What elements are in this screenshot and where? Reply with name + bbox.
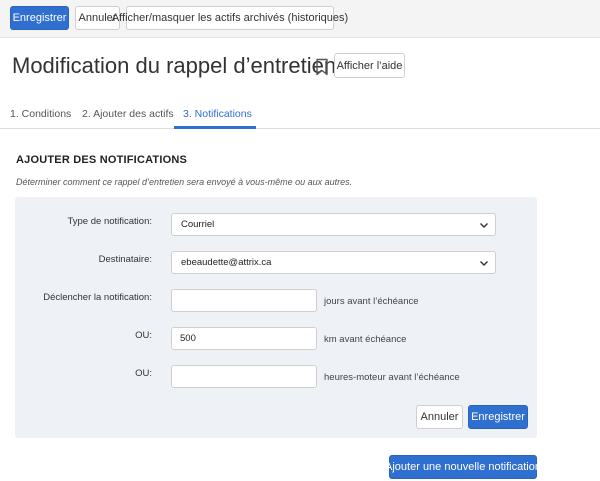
toggle-archived-assets-button[interactable]: Afficher/masquer les actifs archivés (hi… [112, 6, 348, 30]
form-save-button[interactable]: Enregistrer [468, 405, 528, 429]
chevron-down-icon [480, 261, 488, 266]
notification-type-select[interactable]: Courriel [171, 213, 496, 236]
section-subtitle: Déterminer comment ce rappel d’entretien… [16, 177, 353, 187]
km-input[interactable]: 500 [171, 327, 317, 350]
trigger-days-input[interactable] [171, 289, 317, 312]
tab-bar: 1. Conditions 2. Ajouter des actifs 3. N… [0, 100, 600, 129]
tab-notifications[interactable]: 3. Notifications [183, 108, 252, 120]
section-title: AJOUTER DES NOTIFICATIONS [16, 154, 188, 166]
recipient-select[interactable]: ebeaudette@attrix.ca [171, 251, 496, 274]
chevron-down-icon [480, 223, 488, 228]
km-unit: km avant échéance [324, 334, 407, 345]
active-tab-indicator [174, 126, 256, 129]
add-notification-button[interactable]: Ajouter une nouvelle notification [385, 455, 541, 479]
show-help-button[interactable]: Afficher l’aide [334, 53, 405, 78]
engine-hours-unit: heures-moteur avant l’échéance [324, 372, 460, 383]
or-label: OU: [135, 368, 152, 379]
save-button[interactable]: Enregistrer [10, 6, 69, 30]
recipient-value: ebeaudette@attrix.ca [181, 257, 272, 268]
trigger-days-label: Déclencher la notification: [43, 292, 152, 303]
page-title: Modification du rappel d’entretien [12, 53, 337, 78]
form-cancel-button[interactable]: Annuler [416, 405, 463, 429]
tab-conditions[interactable]: 1. Conditions [10, 108, 71, 120]
trigger-days-unit: jours avant l’échéance [324, 296, 419, 307]
engine-hours-input[interactable] [171, 365, 317, 388]
or-label: OU: [135, 330, 152, 341]
tab-add-assets[interactable]: 2. Ajouter des actifs [82, 108, 174, 120]
bookmark-icon[interactable] [315, 58, 329, 76]
notification-type-label: Type de notification: [67, 216, 153, 227]
notification-type-value: Courriel [181, 219, 215, 230]
recipient-label: Destinataire: [98, 254, 152, 265]
